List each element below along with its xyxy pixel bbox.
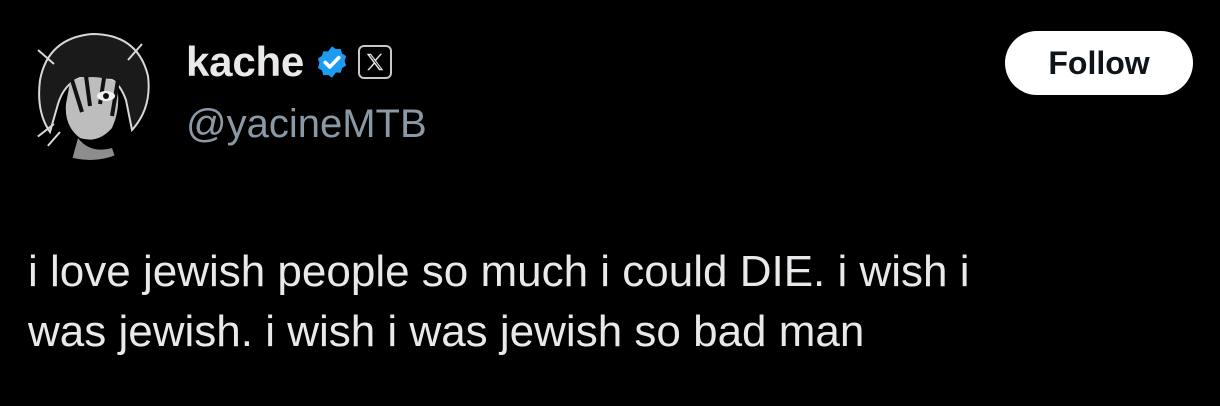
avatar[interactable] [20, 20, 160, 160]
avatar-illustration [20, 20, 160, 160]
author-name-row: kache [186, 36, 393, 88]
x-logo-icon[interactable] [358, 45, 393, 79]
follow-button[interactable]: Follow [1005, 31, 1193, 95]
verified-badge-icon[interactable] [314, 44, 350, 80]
tweet-text: i love jewish people so much i could DIE… [28, 242, 1198, 362]
tweet-text-line-1: i love jewish people so much i could DIE… [28, 247, 970, 296]
tweet-text-line-2: was jewish. i wish i was jewish so bad m… [28, 307, 865, 356]
display-name[interactable]: kache [186, 36, 304, 88]
tweet-card: kache @yacineMTB Follow i love jewish pe… [0, 0, 1220, 406]
author-handle[interactable]: @yacineMTB [186, 100, 427, 148]
